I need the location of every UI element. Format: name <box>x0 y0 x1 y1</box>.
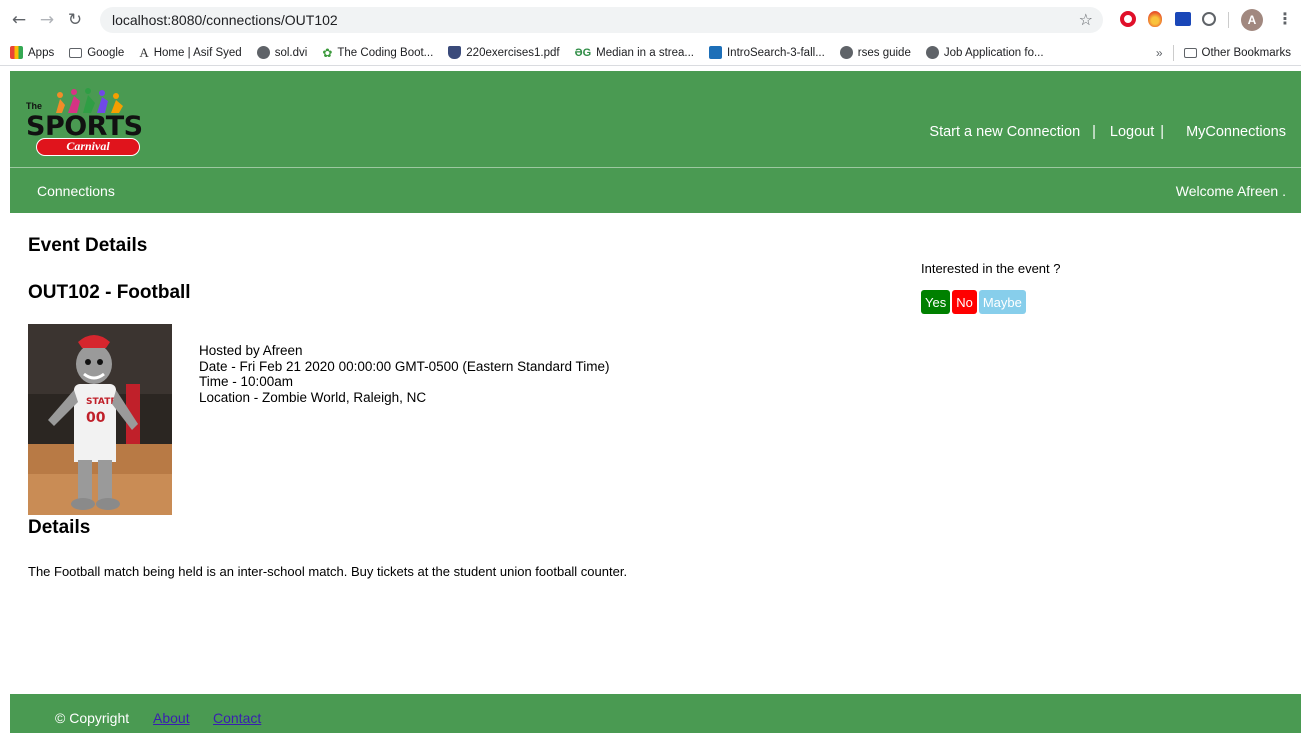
fire-extension-icon[interactable] <box>1148 11 1162 27</box>
rsvp-panel: Interested in the event ? Yes No Maybe <box>921 261 1060 314</box>
bookmark-rses-guide[interactable]: rses guide <box>839 46 911 59</box>
forward-arrow-icon[interactable]: → <box>36 9 58 31</box>
event-host: Hosted by Afreen <box>199 343 303 358</box>
bookmark-label: Job Application fo... <box>943 46 1044 59</box>
bookmark-label: IntroSearch-3-fall... <box>726 46 825 59</box>
profile-avatar[interactable]: A <box>1241 9 1263 31</box>
shield-icon <box>448 46 462 59</box>
bookmark-home-asif[interactable]: A Home | Asif Syed <box>139 45 241 61</box>
section-heading: Event Details <box>28 235 148 256</box>
mascot-image: STATE 00 <box>28 324 172 515</box>
folder-icon <box>69 47 83 58</box>
connections-link[interactable]: Connections <box>37 183 115 199</box>
event-time: Time - 10:00am <box>199 374 294 389</box>
nav-separator: | <box>1092 124 1096 140</box>
bookmarks-bar: Apps Google A Home | Asif Syed sol.dvi ✿ T… <box>0 40 1301 66</box>
browser-menu-icon[interactable]: ⋮ <box>1277 9 1293 28</box>
event-location: Location - Zombie World, Raleigh, NC <box>199 389 427 405</box>
globe-icon <box>256 46 270 59</box>
about-link[interactable]: About <box>153 710 190 726</box>
my-connections-link[interactable]: MyConnections <box>1186 124 1286 140</box>
top-nav: Start a new Connection | Logout | MyConn… <box>929 124 1286 140</box>
svg-text:STATE: STATE <box>86 397 116 407</box>
toolbar-divider <box>1228 12 1229 28</box>
bookmarks-right: » Other Bookmarks <box>1156 40 1291 66</box>
event-title: OUT102 - Football <box>28 282 191 303</box>
globe-icon <box>925 46 939 59</box>
logout-link[interactable]: Logout <box>1110 124 1154 140</box>
bookmark-google[interactable]: Google <box>69 47 124 59</box>
rsvp-buttons: Yes No Maybe <box>921 290 1060 314</box>
bookmark-label: 220exercises1.pdf <box>466 46 560 59</box>
rsvp-question: Interested in the event ? <box>921 261 1061 276</box>
event-description: The Football match being held is an inte… <box>28 564 628 579</box>
event-date: Date - Fri Feb 21 2020 00:00:00 GMT-0500… <box>199 358 610 374</box>
logo-carnival: Carnival <box>36 138 140 156</box>
sports-carnival-logo[interactable]: The SPORTS Carnival <box>26 87 144 159</box>
header-divider <box>10 167 1301 168</box>
bookmark-label: Google <box>87 46 125 59</box>
globe-icon <box>839 46 853 59</box>
leaf-icon: ✿ <box>322 45 333 60</box>
circle-extension-icon[interactable] <box>1202 12 1216 26</box>
bookmark-label: sol.dvi <box>274 46 308 59</box>
bookmark-label: Home | Asif Syed <box>153 46 242 59</box>
contact-link[interactable]: Contact <box>213 710 261 726</box>
bookmark-introsearch[interactable]: IntroSearch-3-fall... <box>708 46 825 59</box>
bookmarks-divider <box>1172 45 1174 61</box>
opera-extension-icon[interactable] <box>1120 11 1136 27</box>
bookmarks-overflow-button[interactable]: » <box>1156 46 1163 60</box>
bookmark-job-application[interactable]: Job Application fo... <box>925 46 1044 59</box>
bookmark-star-icon[interactable]: ☆ <box>1079 10 1093 29</box>
bookmark-coding-boot[interactable]: ✿ The Coding Boot... <box>322 46 433 60</box>
athletes-icon <box>56 88 123 113</box>
rsvp-yes-button[interactable]: Yes <box>921 290 951 314</box>
details-heading: Details <box>28 517 91 538</box>
bookmark-median[interactable]: ƏG Median in a strea... <box>575 47 694 59</box>
bookmark-label: rses guide <box>857 46 911 59</box>
reload-icon[interactable]: ↻ <box>64 9 86 31</box>
copyright-text: © Copyright <box>55 710 130 726</box>
bookmark-label: The Coding Boot... <box>337 46 434 59</box>
rsvp-maybe-button[interactable]: Maybe <box>978 290 1026 314</box>
bookmark-apps[interactable]: Apps <box>10 46 54 59</box>
rsvp-no-button[interactable]: No <box>952 290 977 314</box>
site-header: The SPORTS Carnival Start a new Connecti… <box>10 71 1301 213</box>
event-info: Hosted by Afreen Date - Fri Feb 21 2020 … <box>199 343 609 405</box>
svg-text:00: 00 <box>86 410 106 426</box>
bookmark-sol-dvi[interactable]: sol.dvi <box>256 46 308 59</box>
browser-toolbar: ← → ↻ i localhost:8080/connections/OUT10… <box>0 0 1301 151</box>
bookmark-label: Median in a strea... <box>596 46 694 59</box>
nav-separator: | <box>1160 124 1165 140</box>
event-image: STATE 00 <box>28 324 172 515</box>
a-icon: A <box>139 44 149 60</box>
logo-the: The <box>26 101 43 111</box>
start-connection-link[interactable]: Start a new Connection <box>929 124 1080 140</box>
gfg-icon: ƏG <box>574 46 592 59</box>
apps-icon <box>10 46 23 59</box>
uci-icon <box>708 46 722 59</box>
folder-icon <box>1183 48 1197 58</box>
other-bookmarks[interactable]: Other Bookmarks <box>1183 47 1291 59</box>
site-footer: © Copyright About Contact <box>10 694 1301 733</box>
bookmark-label: Apps <box>28 46 55 59</box>
address-bar-url: localhost:8080/connections/OUT102 <box>112 12 338 28</box>
blue-extension-icon[interactable] <box>1175 12 1191 26</box>
welcome-message: Welcome Afreen . <box>1175 183 1286 199</box>
bookmark-exercises-pdf[interactable]: 220exercises1.pdf <box>448 46 560 59</box>
back-arrow-icon[interactable]: ← <box>8 9 30 31</box>
address-bar[interactable]: i localhost:8080/connections/OUT102 ☆ <box>100 7 1103 151</box>
other-bookmarks-label: Other Bookmarks <box>1201 47 1291 59</box>
